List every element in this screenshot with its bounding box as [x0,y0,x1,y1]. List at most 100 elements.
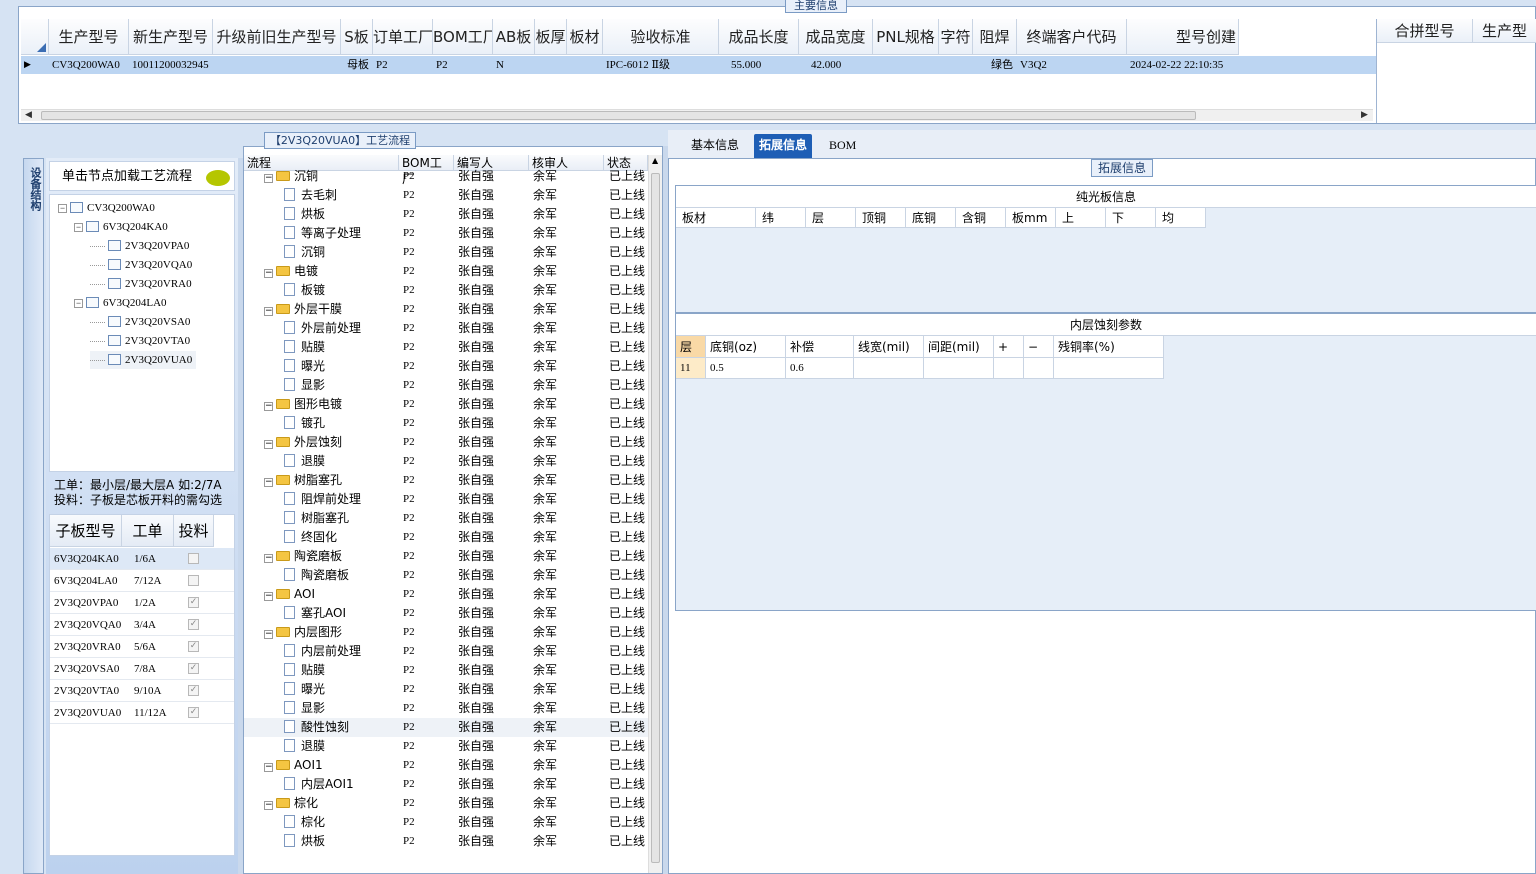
vertical-scrollbar[interactable]: ▲ [648,155,662,873]
column-header-14[interactable]: 阻焊 [973,19,1017,55]
tree-node[interactable]: − CV3Q200WA0 [58,199,155,217]
column-header-3[interactable]: S板 [341,19,373,55]
etch-header-1[interactable]: 底铜(oz) [706,336,786,358]
table-row[interactable]: 沉铜 P2 张自强 余军 已上线 [244,243,648,262]
table-row[interactable]: 酸性蚀刻 P2 张自强 余军 已上线 [244,718,648,737]
feed-checkbox[interactable]: ✓ [188,707,199,718]
column-header-8[interactable]: 板材 [567,19,603,55]
table-row[interactable]: 6V3Q204LA0 7/12A [50,570,234,592]
etch-header-5[interactable]: + [994,336,1024,358]
feed-checkbox[interactable]: ✓ [188,685,199,696]
etch-cell[interactable] [994,358,1024,379]
column-header-16[interactable]: 型号创建 [1127,19,1239,55]
collapse-icon[interactable]: − [74,223,83,232]
table-row[interactable]: − AOI P2 张自强 余军 已上线 [244,585,648,604]
table-row[interactable]: − 图形电镀 P2 张自强 余军 已上线 [244,395,648,414]
table-row[interactable]: 贴膜 P2 张自强 余军 已上线 [244,338,648,357]
table-row[interactable]: 显影 P2 张自强 余军 已上线 [244,699,648,718]
table-row[interactable]: − 沉铜 P2 张自强 余军 已上线 [244,167,648,186]
bare-board-header-6[interactable]: 板mm [1006,208,1056,228]
tab-0[interactable]: 基本信息 [686,134,744,158]
bare-board-header-3[interactable]: 顶铜 [856,208,906,228]
table-row[interactable]: − 外层干膜 P2 张自强 余军 已上线 [244,300,648,319]
etch-cell[interactable]: 11 [676,358,706,379]
tab-device-structure[interactable]: 设备结构 [23,158,44,874]
feed-checkbox[interactable]: ✓ [188,597,199,608]
table-row[interactable]: − 内层图形 P2 张自强 余军 已上线 [244,623,648,642]
column-header-7[interactable]: 板厚 [535,19,567,55]
collapse-icon[interactable]: − [264,763,273,772]
scroll-thumb[interactable] [41,111,1196,120]
column-header-6[interactable]: AB板 [493,19,535,55]
feed-checkbox[interactable]: ✓ [188,619,199,630]
bare-board-header-9[interactable]: 均 [1156,208,1206,228]
table-row[interactable]: 2V3Q20VQA0 3/4A ✓ [50,614,234,636]
table-row[interactable]: 塞孔AOI P2 张自强 余军 已上线 [244,604,648,623]
etch-header-7[interactable]: 残铜率(%) [1054,336,1164,358]
tree-node[interactable]: 2V3Q20VUA0 [90,351,197,369]
tree-node[interactable]: 2V3Q20VQA0 [90,256,192,274]
table-row[interactable]: − 外层蚀刻 P2 张自强 余军 已上线 [244,433,648,452]
horizontal-scrollbar[interactable]: ◀ ▶ [21,109,1373,121]
subgrid-header-2[interactable]: 投料 [174,515,214,547]
etch-header-4[interactable]: 间距(mil) [924,336,994,358]
tree-node[interactable]: − 6V3Q204LA0 [74,294,167,312]
table-row[interactable]: 板镀 P2 张自强 余军 已上线 [244,281,648,300]
tree-node[interactable]: 2V3Q20VPA0 [90,237,189,255]
etch-header-0[interactable]: 层 [676,336,706,358]
table-row[interactable]: − AOI1 P2 张自强 余军 已上线 [244,756,648,775]
collapse-icon[interactable]: − [264,440,273,449]
table-row[interactable]: 等离子处理 P2 张自强 余军 已上线 [244,224,648,243]
collapse-icon[interactable]: − [264,592,273,601]
feed-checkbox[interactable]: ✓ [188,641,199,652]
scroll-up-icon[interactable]: ▲ [652,156,658,165]
scroll-left-icon[interactable]: ◀ [25,110,32,120]
tab-2[interactable]: BOM [824,134,861,158]
merge-column-header-1[interactable]: 生产型 [1473,19,1536,43]
table-row[interactable]: 烘板 P2 张自强 余军 已上线 [244,205,648,224]
etch-cell[interactable]: 0.5 [706,358,786,379]
table-row[interactable]: 6V3Q204KA0 1/6A [50,548,234,570]
table-row[interactable]: − 树脂塞孔 P2 张自强 余军 已上线 [244,471,648,490]
table-row[interactable]: 贴膜 P2 张自强 余军 已上线 [244,661,648,680]
table-row[interactable]: 曝光 P2 张自强 余军 已上线 [244,680,648,699]
table-row[interactable]: 退膜 P2 张自强 余军 已上线 [244,737,648,756]
table-row[interactable]: 内层AOI1 P2 张自强 余军 已上线 [244,775,648,794]
bare-board-header-5[interactable]: 含铜 [956,208,1006,228]
tree-node[interactable]: − 6V3Q204KA0 [74,218,168,236]
table-row[interactable]: 陶瓷磨板 P2 张自强 余军 已上线 [244,566,648,585]
table-row[interactable]: 2V3Q20VPA0 1/2A ✓ [50,592,234,614]
tree-node[interactable]: 2V3Q20VSA0 [90,313,190,331]
table-row[interactable]: 烘板 P2 张自强 余军 已上线 [244,832,648,851]
column-header-4[interactable]: 订单工厂 [373,19,433,55]
table-row[interactable]: 外层前处理 P2 张自强 余军 已上线 [244,319,648,338]
collapse-icon[interactable]: − [264,478,273,487]
bare-board-header-0[interactable]: 板材 [676,208,756,228]
etch-cell[interactable] [1024,358,1054,379]
table-row[interactable]: 2V3Q20VUA0 11/12A ✓ [50,702,234,724]
etch-header-6[interactable]: − [1024,336,1054,358]
feed-checkbox[interactable] [188,553,199,564]
column-header-5[interactable]: BOM工厂 [433,19,493,55]
table-row[interactable]: − 陶瓷磨板 P2 张自强 余军 已上线 [244,547,648,566]
etch-header-2[interactable]: 补偿 [786,336,854,358]
column-header-10[interactable]: 成品长度 [719,19,799,55]
feed-checkbox[interactable]: ✓ [188,663,199,674]
collapse-icon[interactable]: − [264,554,273,563]
table-row[interactable]: 2V3Q20VRA0 5/6A ✓ [50,636,234,658]
collapse-icon[interactable]: − [264,269,273,278]
etch-cell[interactable]: 0.6 [786,358,854,379]
bare-board-header-4[interactable]: 底铜 [906,208,956,228]
subgrid-header-0[interactable]: 子板型号 [50,515,122,547]
table-row[interactable]: 2V3Q20VTA0 9/10A ✓ [50,680,234,702]
column-header-9[interactable]: 验收标准 [603,19,719,55]
column-header-1[interactable]: 新生产型号 [129,19,213,55]
bare-board-header-7[interactable]: 上 [1056,208,1106,228]
etch-header-3[interactable]: 线宽(mil) [854,336,924,358]
table-row[interactable]: 棕化 P2 张自强 余军 已上线 [244,813,648,832]
tree-node[interactable]: 2V3Q20VTA0 [90,332,190,350]
merge-column-header-0[interactable]: 合拼型号 [1377,19,1473,43]
table-row[interactable]: 2V3Q20VSA0 7/8A ✓ [50,658,234,680]
column-header-12[interactable]: PNL规格 [873,19,939,55]
tab-1[interactable]: 拓展信息 [754,134,813,158]
